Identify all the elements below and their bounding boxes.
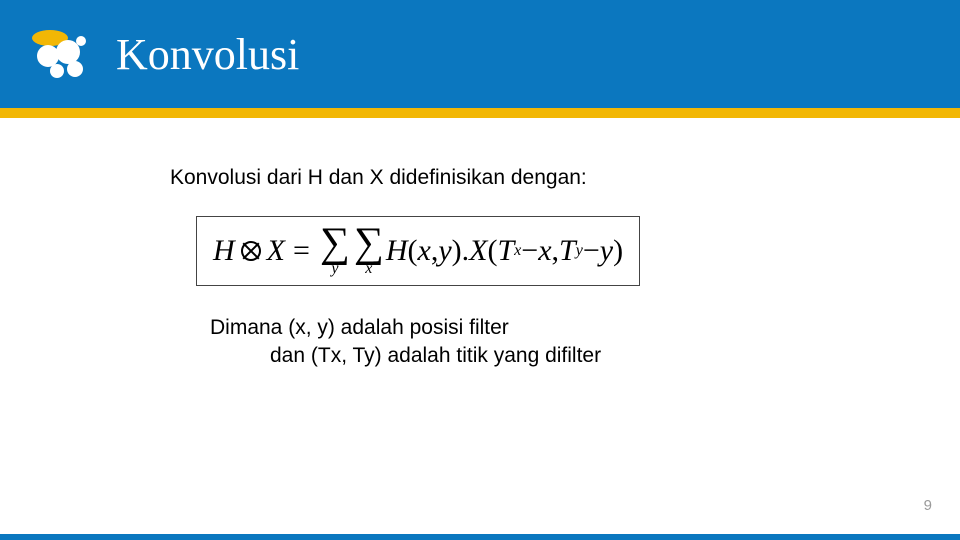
paren-close-2: )	[613, 234, 623, 268]
intro-text: Konvolusi dari H dan X didefinisikan den…	[170, 166, 920, 190]
explain-line1: Dimana (x, y) adalah posisi filter	[210, 316, 509, 339]
t2: T	[559, 234, 576, 268]
slide-title: Konvolusi	[116, 29, 299, 80]
formula-rhs-h: H	[386, 234, 408, 268]
explanation: Dimana (x, y) adalah posisi filter dan (…	[210, 314, 920, 371]
page-number: 9	[924, 497, 932, 514]
arg-x2: x	[538, 234, 551, 268]
arg-y: y	[438, 234, 451, 268]
footer-bar	[0, 534, 960, 540]
convolution-formula: H X = ∑ y ∑ x H ( x , y ). X ( T x − x ,	[213, 225, 623, 277]
arg-y2: y	[600, 234, 613, 268]
slide-content: Konvolusi dari H dan X didefinisikan den…	[0, 118, 960, 370]
formula-box: H X = ∑ y ∑ x H ( x , y ). X ( T x − x ,	[196, 216, 640, 286]
paren-open-2: (	[487, 234, 497, 268]
brand-logo	[28, 22, 92, 86]
formula-eq: =	[293, 234, 310, 268]
paren-close-1: ).	[452, 234, 470, 268]
sigma-y: ∑ y	[320, 225, 350, 277]
sigma-x: ∑ x	[354, 225, 384, 277]
minus-2: −	[583, 234, 600, 268]
minus-1: −	[521, 234, 538, 268]
arg-x: x	[418, 234, 431, 268]
formula-lhs-h: H	[213, 234, 235, 268]
paren-open-1: (	[408, 234, 418, 268]
comma-2: ,	[552, 234, 560, 268]
slide-header: Konvolusi	[0, 0, 960, 108]
t2-sub: y	[576, 242, 583, 260]
t1-sub: x	[514, 242, 521, 260]
otimes-icon	[241, 241, 261, 261]
formula-rhs-x: X	[469, 234, 487, 268]
formula-lhs-x: X	[267, 234, 285, 268]
accent-bar	[0, 108, 960, 118]
explain-line2: dan (Tx, Ty) adalah titik yang difilter	[210, 342, 920, 370]
t1: T	[497, 234, 514, 268]
